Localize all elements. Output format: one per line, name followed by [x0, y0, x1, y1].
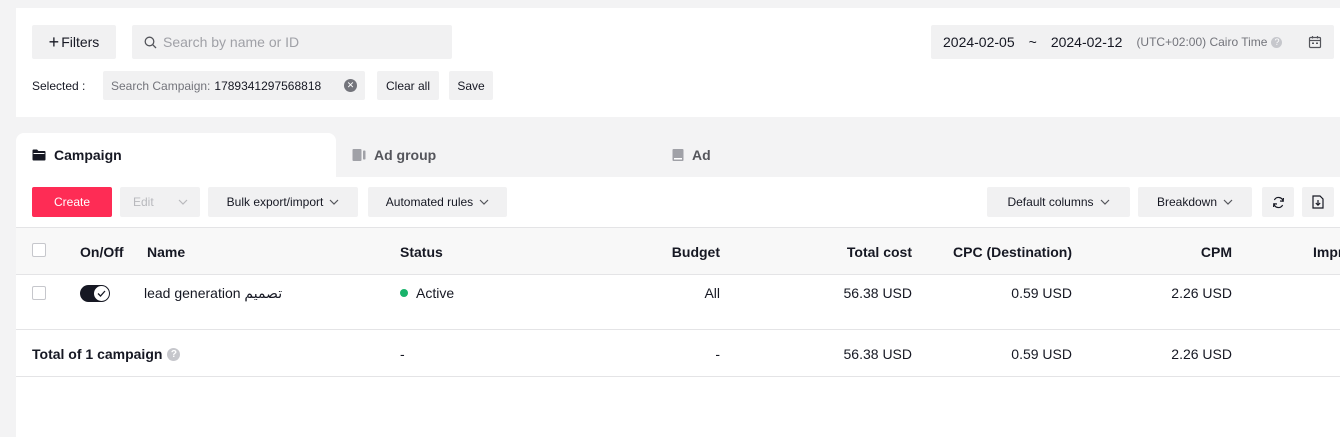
cpc-cell: 0.59 USD	[1011, 285, 1072, 301]
campaign-panel: Create Edit Bulk export/import Automated…	[16, 177, 1340, 437]
total-cost-total-cell: 56.38 USD	[843, 346, 912, 362]
automated-label: Automated rules	[385, 195, 474, 209]
breakdown-button[interactable]: Breakdown	[1138, 187, 1252, 217]
tab-campaign-label: Campaign	[54, 147, 122, 163]
date-end: 2024-02-12	[1050, 34, 1123, 50]
refresh-icon	[1272, 196, 1285, 209]
close-icon[interactable]: ✕	[344, 79, 357, 92]
total-budget-cell: -	[715, 346, 720, 362]
clear-all-button[interactable]: Clear all	[377, 71, 439, 100]
chevron-down-icon	[178, 197, 188, 208]
column-header-name[interactable]: Name	[147, 244, 185, 260]
breakdown-label: Breakdown	[1156, 195, 1218, 209]
table-header: On/Off Name Status Budget Total cost CPC…	[16, 227, 1340, 275]
column-header-impressions[interactable]: Impr	[1313, 244, 1340, 260]
export-button[interactable]	[1302, 187, 1334, 217]
column-header-on-off[interactable]: On/Off	[80, 244, 124, 260]
ad-group-icon	[352, 148, 366, 162]
status-dot-icon	[400, 289, 408, 298]
level-tabs: Campaign Ad group Ad	[16, 133, 1340, 177]
export-file-icon	[1312, 195, 1324, 209]
column-header-cpc[interactable]: CPC (Destination)	[953, 244, 1072, 260]
default-columns-button[interactable]: Default columns	[987, 187, 1130, 217]
ad-icon	[672, 148, 684, 162]
refresh-button[interactable]	[1262, 187, 1294, 217]
filters-label: Filters	[61, 34, 100, 50]
total-row: Total of 1 campaign? - - 56.38 USD 0.59 …	[16, 330, 1340, 377]
automated-rules-button[interactable]: Automated rules	[368, 187, 507, 217]
chevron-down-icon	[1223, 197, 1233, 208]
chevron-down-icon	[1100, 197, 1110, 208]
column-header-cpm[interactable]: CPM	[1201, 244, 1232, 260]
date-start: 2024-02-05	[943, 34, 1015, 50]
bulk-export-import-button[interactable]: Bulk export/import	[208, 187, 358, 217]
total-label: Total of 1 campaign?	[32, 346, 181, 362]
tab-ad[interactable]: Ad	[672, 133, 711, 177]
tab-ad-group-label: Ad group	[374, 147, 437, 163]
column-header-total-cost[interactable]: Total cost	[847, 244, 912, 260]
table-row: lead generation تصميم Active All 56.38 U…	[16, 275, 1340, 330]
check-icon	[94, 286, 109, 301]
chip-key: Search Campaign:	[111, 78, 211, 93]
default-columns-label: Default columns	[1007, 195, 1094, 209]
column-header-status[interactable]: Status	[400, 244, 443, 260]
help-icon[interactable]: ?	[1271, 36, 1283, 48]
status-cell: Active	[400, 285, 454, 301]
on-off-toggle[interactable]	[80, 285, 110, 302]
save-button[interactable]: Save	[449, 71, 493, 100]
search-icon	[144, 36, 157, 49]
help-icon[interactable]: ?	[167, 347, 181, 361]
calendar-icon[interactable]	[1308, 35, 1322, 52]
plus-icon: +	[48, 32, 60, 52]
date-separator: ~	[1028, 34, 1037, 50]
chip-value: 1789341297568818	[214, 78, 322, 93]
folder-icon	[32, 149, 46, 161]
date-range-picker[interactable]: 2024-02-05 ~ 2024-02-12 (UTC+02:00) Cair…	[931, 25, 1334, 59]
campaign-name-link[interactable]: lead generation تصميم	[144, 285, 282, 302]
budget-cell: All	[704, 285, 720, 301]
tab-campaign[interactable]: Campaign	[16, 133, 336, 177]
total-status-cell: -	[400, 346, 405, 362]
select-all-checkbox[interactable]	[32, 243, 46, 257]
row-checkbox[interactable]	[32, 286, 46, 300]
chevron-down-icon	[479, 197, 489, 208]
filter-panel: + Filters 2024-02-05 ~ 2024-02-12 (UTC+0…	[16, 8, 1340, 117]
timezone-label: (UTC+02:00) Cairo Time	[1136, 35, 1268, 49]
total-cost-cell: 56.38 USD	[843, 285, 912, 301]
search-input[interactable]	[163, 34, 423, 50]
create-button[interactable]: Create	[32, 187, 112, 217]
total-cpc-cell: 0.59 USD	[1011, 346, 1072, 362]
tab-ad-group[interactable]: Ad group	[352, 133, 436, 177]
filters-button[interactable]: + Filters	[32, 25, 116, 59]
status-text: Active	[416, 285, 455, 301]
chevron-down-icon	[329, 197, 339, 208]
tab-ad-label: Ad	[692, 147, 711, 163]
selected-label: Selected :	[32, 79, 86, 93]
bulk-label: Bulk export/import	[226, 195, 324, 209]
cpm-cell: 2.26 USD	[1171, 285, 1232, 301]
total-cpm-cell: 2.26 USD	[1171, 346, 1232, 362]
search-box[interactable]	[132, 25, 452, 59]
total-label-text: Total of 1 campaign	[32, 346, 163, 362]
filter-chip: Search Campaign: 1789341297568818 ✕	[103, 71, 365, 100]
edit-button[interactable]: Edit	[120, 187, 200, 217]
edit-label: Edit	[133, 195, 154, 209]
column-header-budget[interactable]: Budget	[672, 244, 720, 260]
